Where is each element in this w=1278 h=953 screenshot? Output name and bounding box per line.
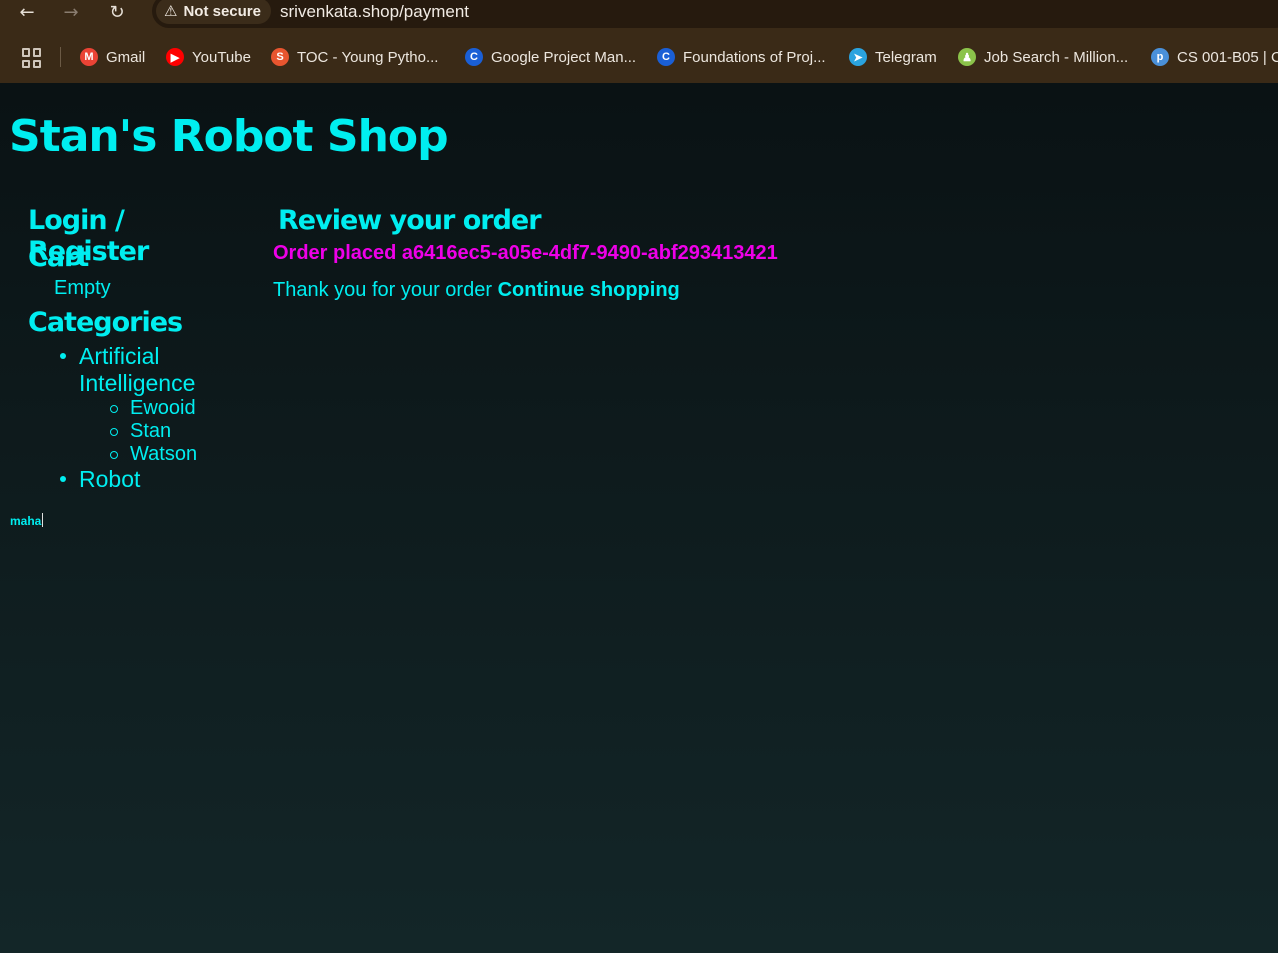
bookmark-item[interactable]: ▶ YouTube [166, 42, 251, 72]
bookmark-label: Foundations of Proj... [683, 48, 826, 66]
continue-shopping-link[interactable]: Continue shopping [498, 279, 680, 301]
product-item: Watson [29, 443, 248, 466]
bookmark-item[interactable]: C Google Project Man... [465, 42, 636, 72]
bookmark-label: TOC - Young Pytho... [297, 48, 439, 66]
category-link[interactable]: Robot [79, 466, 219, 493]
url-text[interactable]: srivenkata.shop/payment [280, 2, 469, 22]
bookmark-item[interactable]: M Gmail [80, 42, 145, 72]
reload-icon[interactable]: ↻ [104, 0, 130, 24]
forward-arrow-icon[interactable]: → [58, 0, 84, 24]
category-item: Artificial Intelligence Ewooid Stan Watson [28, 343, 248, 466]
shop-title[interactable]: Stan's Robot Shop [9, 111, 449, 162]
back-arrow-icon[interactable]: ← [14, 0, 40, 24]
page-content: Stan's Robot Shop Login / Register Cart … [0, 83, 1278, 953]
bookmark-item[interactable]: p CS 001-B05 | Cl [1151, 42, 1278, 72]
job-search-icon: ♟ [958, 48, 976, 66]
bookmark-label: Gmail [106, 48, 146, 66]
order-confirmation: Order placed a6416ec5-a05e-4df7-9490-abf… [273, 242, 778, 264]
category-item: Robot [28, 466, 248, 493]
bookmark-label: YouTube [192, 48, 251, 66]
product-link[interactable]: Ewooid [79, 397, 196, 419]
bookmark-label: Google Project Man... [491, 48, 637, 66]
review-heading: Review your order [278, 205, 542, 236]
bookmark-label: Job Search - Million... [984, 48, 1129, 66]
bookmark-item[interactable]: ➤ Telegram [849, 42, 937, 72]
coursera-icon: C [657, 48, 675, 66]
bookmark-item[interactable]: S TOC - Young Pytho... [271, 42, 438, 72]
text-caret [42, 513, 44, 527]
circle-bullet-icon [110, 405, 118, 413]
product-item: Stan [29, 420, 248, 443]
bookmark-label: Telegram [875, 48, 937, 66]
bookmarks-bar: M Gmail ▶ YouTube S TOC - Young Pytho... C Goog… [0, 42, 1278, 72]
circle-bullet-icon [110, 428, 118, 436]
security-indicator[interactable]: ⚠ Not secure [156, 0, 271, 24]
categories-heading: Categories [28, 307, 183, 338]
category-link[interactable]: Artificial Intelligence [79, 343, 219, 397]
product-link[interactable]: Stan [79, 420, 171, 442]
youtube-icon: ▶ [166, 48, 184, 66]
warning-triangle-icon: ⚠ [164, 2, 178, 20]
circle-bullet-icon [110, 451, 118, 459]
browser-chrome: ← → ↻ ⚠ Not secure srivenkata.shop/payme… [0, 0, 1278, 83]
bookmark-item[interactable]: C Foundations of Proj... [657, 42, 826, 72]
thank-you-line: Thank you for your order Continue shoppi… [273, 279, 680, 302]
coursera-icon: C [465, 48, 483, 66]
footer-label: maha [10, 514, 42, 528]
product-link[interactable]: Watson [79, 443, 197, 465]
bullet-icon [60, 476, 66, 482]
piazza-icon: p [1151, 48, 1169, 66]
thank-you-text: Thank you for your order [273, 279, 492, 301]
product-list: Ewooid Stan Watson [29, 397, 248, 466]
security-label: Not secure [183, 2, 261, 20]
footer-text: maha [10, 513, 44, 528]
product-item: Ewooid [29, 397, 248, 420]
bookmark-item[interactable]: ♟ Job Search - Million... [958, 42, 1128, 72]
cart-heading[interactable]: Cart [28, 242, 89, 273]
cart-status: Empty [54, 277, 111, 299]
bookmark-label: CS 001-B05 | Cl [1177, 48, 1278, 66]
telegram-icon: ➤ [849, 48, 867, 66]
category-list: Artificial Intelligence Ewooid Stan Watson R… [28, 343, 248, 493]
bullet-icon [60, 353, 66, 359]
toc-icon: S [271, 48, 289, 66]
gmail-icon: M [80, 48, 98, 66]
